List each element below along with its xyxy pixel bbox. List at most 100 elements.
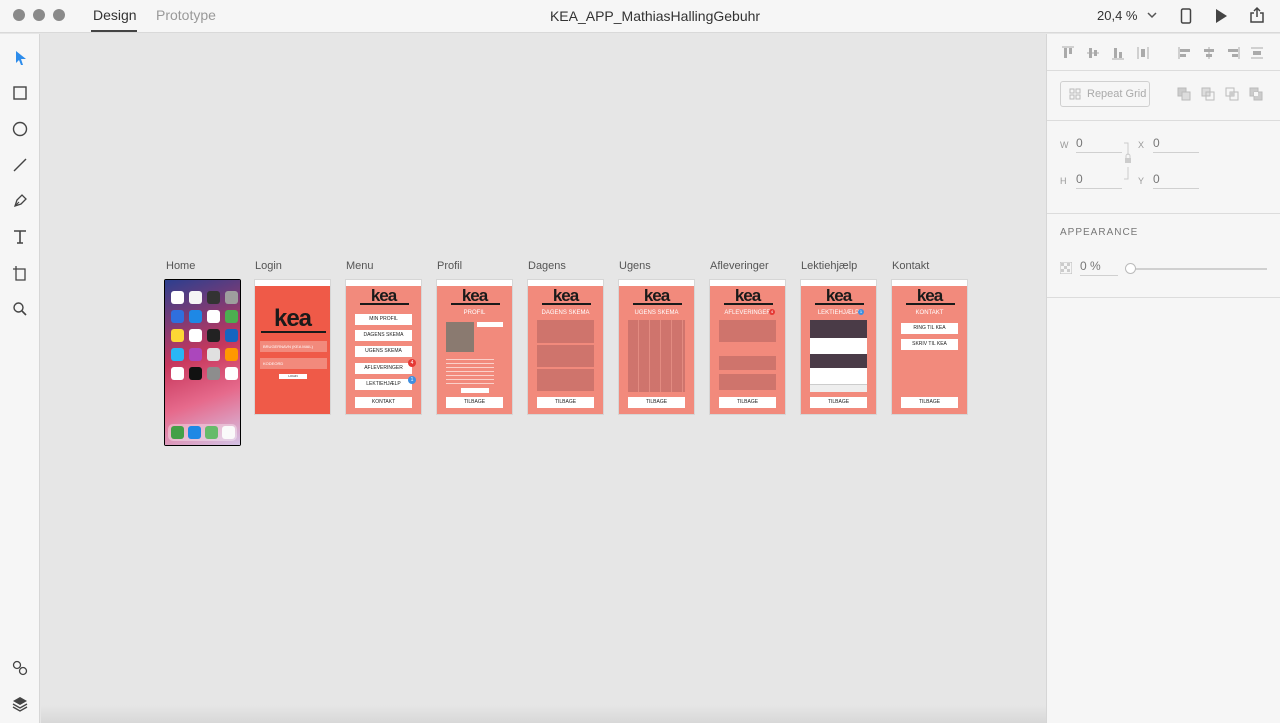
chevron-down-icon[interactable] [1146, 10, 1158, 20]
artboard-label-profil[interactable]: Profil [437, 260, 462, 272]
distribute-vertical-icon[interactable] [1250, 46, 1264, 60]
text-tool[interactable] [10, 227, 30, 247]
artboard-label-dagens[interactable]: Dagens [528, 260, 566, 272]
lektiehjaelp-button[interactable]: LEKTIEHJÆLP [355, 379, 412, 390]
news-app-icon [225, 329, 238, 342]
artboard-label-afleveringer[interactable]: Afleveringer [710, 260, 769, 272]
share-icon[interactable] [1249, 6, 1265, 24]
tilbage-button[interactable]: TILBAGE [537, 397, 594, 408]
boolean-intersect-icon[interactable] [1225, 87, 1239, 101]
login-button[interactable]: LOGIN [279, 374, 307, 379]
x-input[interactable]: 0 [1153, 136, 1199, 153]
lock-aspect-icon[interactable] [1122, 141, 1132, 181]
tilbage-button[interactable]: TILBAGE [810, 397, 867, 408]
artboard-label-ugens[interactable]: Ugens [619, 260, 651, 272]
kea-logo: kea [916, 286, 943, 305]
opacity-slider-track[interactable] [1131, 268, 1267, 270]
rectangle-tool[interactable] [10, 83, 30, 103]
min-profil-button[interactable]: MIN PROFIL [355, 314, 412, 325]
tools-toolbar [0, 34, 40, 723]
repeat-grid-icon [1069, 88, 1081, 100]
boolean-exclude-icon[interactable] [1249, 87, 1263, 101]
rectangle-icon [13, 86, 27, 100]
layers-panel-button[interactable] [10, 694, 30, 714]
mail-app-icon [171, 310, 184, 323]
artboard-label-menu[interactable]: Menu [346, 260, 374, 272]
artboard-label-kontakt[interactable]: Kontakt [892, 260, 929, 272]
opacity-input[interactable]: 0 % [1080, 259, 1118, 276]
artboard-kontakt[interactable]: kea KONTAKT RING TIL KEA SKRIV TIL KEA T… [891, 279, 968, 415]
align-left-icon[interactable] [1178, 46, 1192, 60]
artboard-dagens[interactable]: kea DAGENS SKEMA TILBAGE [527, 279, 604, 415]
home-app-icon [207, 348, 220, 361]
appstore-app-icon [171, 348, 184, 361]
notification-badge: 4 [769, 309, 775, 315]
artboard-profil[interactable]: kea PROFIL TILBAGE [436, 279, 513, 415]
logo-subtitle [633, 303, 682, 305]
align-right-icon[interactable] [1226, 46, 1240, 60]
tilbage-button[interactable]: TILBAGE [446, 397, 503, 408]
assignment-item [719, 374, 776, 390]
chat-input[interactable] [810, 384, 867, 392]
opacity-checker-icon [1060, 262, 1072, 274]
edit-profile-button[interactable] [477, 322, 503, 327]
align-middle-icon[interactable] [1086, 46, 1100, 60]
repeat-grid-button[interactable]: Repeat Grid [1060, 81, 1150, 107]
notification-badge: 1 [858, 309, 864, 315]
device-preview-icon[interactable] [1180, 8, 1192, 24]
kontakt-button[interactable]: KONTAKT [355, 397, 412, 408]
artboard-lektiehjaelp[interactable]: kea LEKTIEHJÆLP 1 TILBAGE [800, 279, 877, 415]
ring-til-kea-button[interactable]: RING TIL KEA [901, 323, 958, 334]
property-inspector: Repeat Grid W 0 X 0 H 0 Y 0 APPEARANCE 0… [1046, 34, 1280, 723]
schedule-block [537, 369, 594, 391]
magnifier-icon [13, 302, 27, 316]
boolean-subtract-icon[interactable] [1201, 87, 1215, 101]
align-bottom-icon[interactable] [1111, 46, 1125, 60]
align-top-icon[interactable] [1061, 46, 1075, 60]
boolean-add-icon[interactable] [1177, 87, 1191, 101]
username-field[interactable]: BRUGERNAVN (KEA MAIL) [260, 341, 327, 352]
tilbage-button[interactable]: TILBAGE [628, 397, 685, 408]
canvas-bottom-shadow [41, 705, 1046, 723]
height-label: H [1060, 176, 1067, 186]
ugens-skema-button[interactable]: UGENS SKEMA [355, 346, 412, 357]
select-tool[interactable] [10, 48, 30, 68]
artboard-menu[interactable]: kea MIN PROFIL DAGENS SKEMA UGENS SKEMA … [345, 279, 422, 415]
artboard-afleveringer[interactable]: kea AFLEVERINGER 4 TILBAGE [709, 279, 786, 415]
width-input[interactable]: 0 [1076, 136, 1122, 153]
logo-subtitle [906, 303, 955, 305]
title-bar: Design Prototype KEA_APP_MathiasHallingG… [0, 0, 1280, 33]
zoom-level[interactable]: 20,4 % [1097, 8, 1137, 23]
x-label: X [1138, 140, 1145, 150]
artboard-tool[interactable] [10, 263, 30, 283]
line-tool[interactable] [10, 155, 30, 175]
pen-tool[interactable] [10, 191, 30, 211]
chat-message [810, 354, 867, 368]
dagens-skema-button[interactable]: DAGENS SKEMA [355, 330, 412, 341]
password-field[interactable]: KODEORD [260, 358, 327, 369]
distribute-horizontal-icon[interactable] [1136, 46, 1150, 60]
ellipse-tool[interactable] [10, 119, 30, 139]
artboard-login[interactable]: kea BRUGERNAVN (KEA MAIL) KODEORD LOGIN [254, 279, 331, 415]
design-canvas[interactable]: Home Login kea BRUGERNAVN (KEA MAIL) KOD… [41, 34, 1046, 723]
artboard-label-home[interactable]: Home [166, 260, 195, 272]
artboard-home[interactable] [164, 279, 241, 446]
tilbage-button[interactable]: TILBAGE [901, 397, 958, 408]
pen-icon [13, 194, 27, 208]
height-input[interactable]: 0 [1076, 172, 1122, 189]
skriv-til-kea-button[interactable]: SKRIV TIL KEA [901, 339, 958, 350]
symbols-panel-button[interactable] [10, 658, 30, 678]
weather-app-icon [189, 310, 202, 323]
tilbage-button[interactable]: TILBAGE [719, 397, 776, 408]
zoom-tool[interactable] [10, 299, 30, 319]
y-input[interactable]: 0 [1153, 172, 1199, 189]
play-icon[interactable] [1214, 8, 1228, 24]
photos-app-icon [189, 291, 202, 304]
artboard-label-lektiehjaelp[interactable]: Lektiehjælp [801, 260, 857, 272]
opacity-slider-thumb[interactable] [1125, 263, 1136, 274]
artboard-label-login[interactable]: Login [255, 260, 282, 272]
align-center-icon[interactable] [1202, 46, 1216, 60]
small-action-button[interactable] [461, 388, 489, 393]
afleveringer-button[interactable]: AFLEVERINGER [355, 363, 412, 374]
artboard-ugens[interactable]: kea UGENS SKEMA TILBAGE [618, 279, 695, 415]
